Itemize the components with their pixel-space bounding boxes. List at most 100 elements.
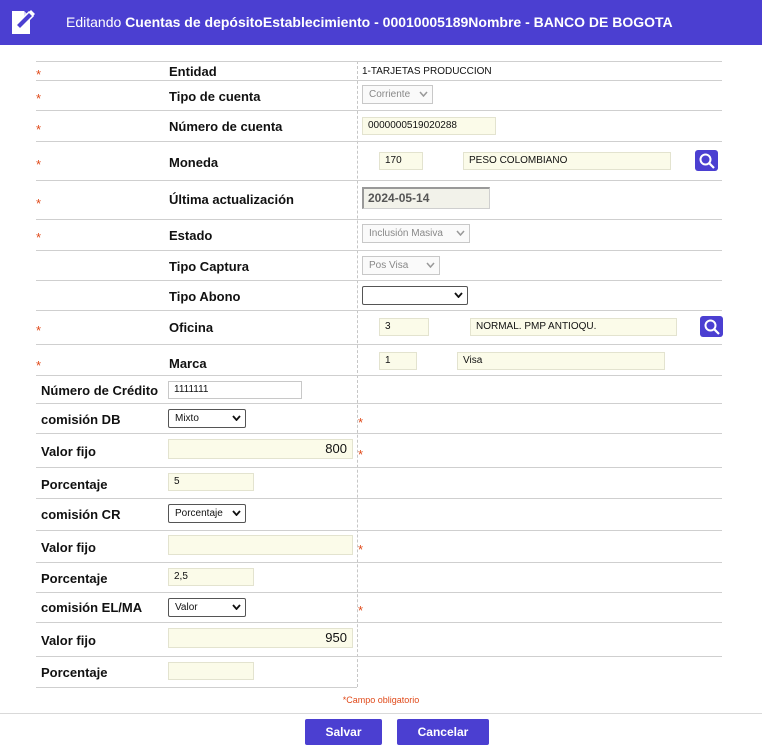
row-divider	[36, 622, 722, 623]
tipo-cuenta-selected: Corriente	[369, 89, 411, 100]
required-mark: *	[358, 447, 364, 462]
valor-fijo-cr-label: Valor fijo	[41, 540, 96, 555]
comision-cr-selected: Porcentaje	[175, 508, 223, 519]
porcentaje-cr-input[interactable]: 2,5	[168, 568, 254, 586]
required-mark: *	[36, 67, 42, 82]
required-mark: *	[358, 415, 364, 430]
row-divider	[36, 250, 722, 251]
row-divider	[36, 80, 722, 81]
ultima-actualizacion-label: Última actualización	[169, 192, 294, 207]
numero-credito-input[interactable]: 1111111	[168, 381, 302, 399]
estado-label: Estado	[169, 228, 213, 243]
required-mark: *	[36, 91, 42, 106]
dialog-header: Editando Cuentas de depósitoEstablecimie…	[0, 0, 762, 45]
row-divider	[36, 433, 722, 434]
cancel-button[interactable]: Cancelar	[397, 719, 489, 745]
chevron-down-icon	[454, 292, 463, 298]
row-divider	[36, 61, 722, 62]
row-divider	[36, 403, 722, 404]
comision-elma-selected: Valor	[175, 602, 198, 613]
estado-select[interactable]: Inclusión Masiva	[362, 224, 470, 243]
chevron-down-icon	[456, 230, 465, 236]
tipo-cuenta-label: Tipo de cuenta	[169, 89, 261, 104]
marca-label: Marca	[169, 356, 207, 371]
tipo-abono-select[interactable]	[362, 286, 468, 305]
row-divider	[36, 498, 722, 499]
porcentaje-db-label: Porcentaje	[41, 477, 108, 492]
numero-cuenta-label: Número de cuenta	[169, 119, 283, 134]
row-divider	[36, 467, 722, 468]
row-divider	[36, 562, 722, 563]
required-mark: *	[36, 323, 42, 338]
row-divider	[36, 344, 722, 345]
row-divider	[36, 110, 722, 111]
chevron-down-icon	[232, 604, 241, 610]
row-divider	[36, 310, 722, 311]
chevron-down-icon	[232, 510, 241, 516]
moneda-code-input[interactable]: 170	[379, 152, 423, 170]
required-mark: *	[36, 358, 42, 373]
chevron-down-icon	[232, 415, 241, 421]
column-divider	[357, 61, 358, 687]
required-mark: *	[358, 542, 364, 557]
required-mark: *	[358, 603, 364, 618]
row-divider	[36, 280, 722, 281]
required-note-text: Campo obligatorio	[346, 695, 420, 705]
required-mark: *	[36, 196, 42, 211]
ultima-actualizacion-input: 2024-05-14	[362, 187, 490, 209]
marca-name-input: Visa	[457, 352, 665, 370]
entidad-value: 1-TARJETAS PRODUCCION	[362, 66, 492, 77]
valor-fijo-db-input[interactable]: 800	[168, 439, 353, 459]
tipo-abono-label: Tipo Abono	[169, 289, 241, 304]
tipo-captura-selected: Pos Visa	[369, 260, 409, 271]
numero-cuenta-input[interactable]: 0000000519020288	[362, 117, 496, 135]
comision-elma-label: comisión EL/MA	[41, 600, 143, 615]
comision-elma-select[interactable]: Valor	[168, 598, 246, 617]
row-divider	[36, 592, 722, 593]
comision-cr-select[interactable]: Porcentaje	[168, 504, 246, 523]
porcentaje-cr-label: Porcentaje	[41, 571, 108, 586]
row-divider	[36, 375, 722, 376]
title-prefix: Editando	[66, 14, 122, 30]
oficina-label: Oficina	[169, 320, 214, 335]
comision-db-label: comisión DB	[41, 412, 121, 427]
porcentaje-db-input[interactable]: 5	[168, 473, 254, 491]
porcentaje-elma-input[interactable]	[168, 662, 254, 680]
valor-fijo-db-label: Valor fijo	[41, 444, 96, 459]
tipo-captura-select[interactable]: Pos Visa	[362, 256, 440, 275]
valor-fijo-elma-label: Valor fijo	[41, 633, 96, 648]
search-icon	[699, 153, 715, 169]
estado-selected: Inclusión Masiva	[369, 228, 443, 239]
oficina-code-input[interactable]: 3	[379, 318, 429, 336]
valor-fijo-elma-input[interactable]: 950	[168, 628, 353, 648]
tipo-captura-label: Tipo Captura	[169, 259, 249, 274]
valor-fijo-cr-input[interactable]	[168, 535, 353, 555]
comision-db-selected: Mixto	[175, 413, 199, 424]
required-field-note: *Campo obligatorio	[0, 695, 762, 705]
row-divider	[36, 180, 722, 181]
required-mark: *	[36, 122, 42, 137]
row-divider	[36, 219, 722, 220]
entidad-label: Entidad	[169, 64, 217, 79]
search-icon	[704, 319, 720, 335]
chevron-down-icon	[426, 262, 435, 268]
marca-code-input[interactable]: 1	[379, 352, 417, 370]
dialog-title: Editando Cuentas de depósitoEstablecimie…	[66, 0, 673, 45]
numero-credito-label: Número de Crédito	[41, 383, 159, 398]
moneda-search-button[interactable]	[695, 150, 718, 171]
comision-db-select[interactable]: Mixto	[168, 409, 246, 428]
chevron-down-icon	[419, 91, 428, 97]
tipo-cuenta-select[interactable]: Corriente	[362, 85, 433, 104]
moneda-label: Moneda	[169, 155, 219, 170]
required-mark: *	[36, 157, 42, 172]
oficina-search-button[interactable]	[700, 316, 723, 337]
required-mark: *	[36, 230, 42, 245]
title-record: Cuentas de depósitoEstablecimiento - 000…	[125, 14, 673, 30]
row-divider	[36, 530, 722, 531]
edit-document-icon	[9, 9, 39, 37]
oficina-name-input: NORMAL. PMP ANTIOQU.	[470, 318, 677, 336]
save-button[interactable]: Salvar	[305, 719, 382, 745]
comision-cr-label: comisión CR	[41, 507, 121, 522]
porcentaje-elma-label: Porcentaje	[41, 665, 108, 680]
row-divider	[36, 141, 722, 142]
